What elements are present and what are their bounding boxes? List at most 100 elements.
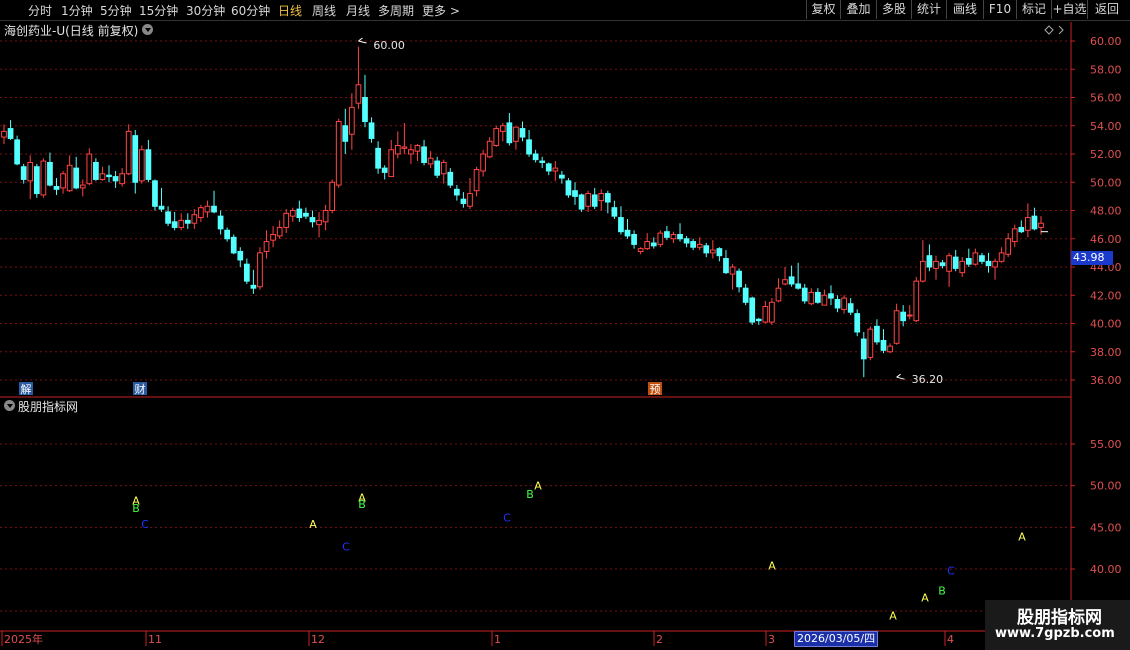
timeframe-10[interactable]: 更多 > <box>422 2 460 19</box>
candle-body <box>690 241 697 248</box>
candle-body <box>834 298 841 309</box>
timeframe-8[interactable]: 月线 <box>346 2 370 19</box>
candle-body <box>591 194 598 207</box>
chart-area[interactable]: 36.0038.0040.0042.0044.0046.0048.0050.00… <box>0 20 1130 650</box>
candle-body <box>447 171 454 186</box>
candle-body <box>814 291 821 303</box>
candle-body <box>578 194 585 210</box>
candle-body <box>867 328 874 358</box>
candle-body <box>493 128 500 147</box>
toolbar-button-7[interactable]: +自选 <box>1051 0 1087 19</box>
timeframe-4[interactable]: 30分钟 <box>186 2 225 19</box>
annotation-arrow <box>896 373 905 380</box>
candle-body <box>165 211 171 224</box>
y-tick-label: 52.00 <box>1090 148 1122 161</box>
candle-body <box>900 311 907 322</box>
timeframe-5[interactable]: 60分钟 <box>231 2 270 19</box>
y-tick-label: 40.00 <box>1090 563 1122 576</box>
candle-body <box>289 210 296 217</box>
candle-body <box>611 207 618 217</box>
y-tick-label: 55.00 <box>1090 438 1122 451</box>
candle-body <box>257 252 263 288</box>
y-tick-label: 50.00 <box>1090 480 1122 493</box>
x-tick-label: 12 <box>311 633 325 646</box>
candle-body <box>86 153 93 185</box>
timeframe-0[interactable]: 分时 <box>28 2 52 19</box>
candle-body <box>965 258 972 265</box>
candle-body <box>624 229 631 237</box>
candle-body <box>946 255 952 272</box>
candle-body <box>801 287 808 302</box>
toolbar-button-2[interactable]: 多股 <box>876 0 911 19</box>
candle-body <box>880 339 887 351</box>
candle-body <box>60 173 66 189</box>
x-tick-label: 11 <box>148 633 162 646</box>
last-price-tag: 43.98 <box>1071 251 1113 265</box>
candle-body <box>434 160 441 176</box>
candle-body <box>939 262 946 267</box>
candle-body <box>303 212 309 217</box>
toolbar-button-1[interactable]: 叠加 <box>840 0 876 19</box>
candle-body <box>775 287 782 302</box>
toolbar-button-0[interactable]: 复权 <box>806 0 840 19</box>
candle-body <box>1005 238 1012 255</box>
event-label: 财 <box>135 382 146 396</box>
event-label: 预 <box>650 383 661 396</box>
candle-body <box>644 241 651 250</box>
candle-body <box>1038 222 1044 228</box>
candle-body <box>250 284 257 289</box>
candle-body <box>703 245 710 254</box>
candle-body <box>972 252 979 265</box>
candle-body <box>14 139 20 165</box>
y-tick-label: 48.00 <box>1090 205 1122 218</box>
y-tick-label: 54.00 <box>1090 120 1122 133</box>
candle-body <box>355 84 362 104</box>
candle-body <box>132 135 139 183</box>
candle-body <box>762 306 769 323</box>
candle-body <box>887 345 893 353</box>
candle-body <box>191 214 198 224</box>
candle-body <box>486 140 493 158</box>
toolbar-button-4[interactable]: 画线 <box>946 0 983 19</box>
price-annotation: 36.20 <box>912 373 944 386</box>
candle-body <box>670 234 677 240</box>
event-label: 解 <box>21 382 32 396</box>
candle-body <box>749 297 756 323</box>
candle-body <box>414 145 421 152</box>
candle-body <box>854 313 861 333</box>
toolbar-button-3[interactable]: 统计 <box>911 0 946 19</box>
candle-body <box>66 164 73 192</box>
toolbar-button-5[interactable]: F10 <box>983 0 1016 19</box>
timeframe-3[interactable]: 15分钟 <box>139 2 178 19</box>
timeframe-6[interactable]: 日线 <box>278 2 302 19</box>
candle-body <box>467 193 473 207</box>
candle-body <box>178 219 185 228</box>
candle-body <box>112 176 119 182</box>
candle-body <box>454 188 460 196</box>
candle-body <box>1011 228 1018 243</box>
candle-body <box>572 190 578 197</box>
candle-body <box>952 256 959 269</box>
candle-body <box>309 217 316 223</box>
timeframe-1[interactable]: 1分钟 <box>61 2 93 19</box>
toolbar-button-8[interactable]: 返回 <box>1087 0 1126 19</box>
timeframe-2[interactable]: 5分钟 <box>100 2 132 19</box>
candle-body <box>1 130 7 138</box>
x-tick-label: 2025年 <box>4 632 43 646</box>
signal-marker: A <box>534 480 542 493</box>
candle-body <box>270 234 276 241</box>
timeframe-7[interactable]: 周线 <box>312 2 336 19</box>
candle-body <box>677 234 683 240</box>
candle-body <box>565 180 572 196</box>
candle-body <box>473 169 480 192</box>
timeframe-9[interactable]: 多周期 <box>378 2 414 19</box>
candle-body <box>631 234 637 245</box>
candle-body <box>926 255 933 268</box>
candle-body <box>559 174 565 179</box>
y-tick-label: 40.00 <box>1090 318 1122 331</box>
candle-body <box>119 173 126 185</box>
toolbar-button-6[interactable]: 标记 <box>1016 0 1051 19</box>
candle-body <box>93 161 99 180</box>
candle-body <box>618 217 624 233</box>
candle-body <box>604 193 611 203</box>
